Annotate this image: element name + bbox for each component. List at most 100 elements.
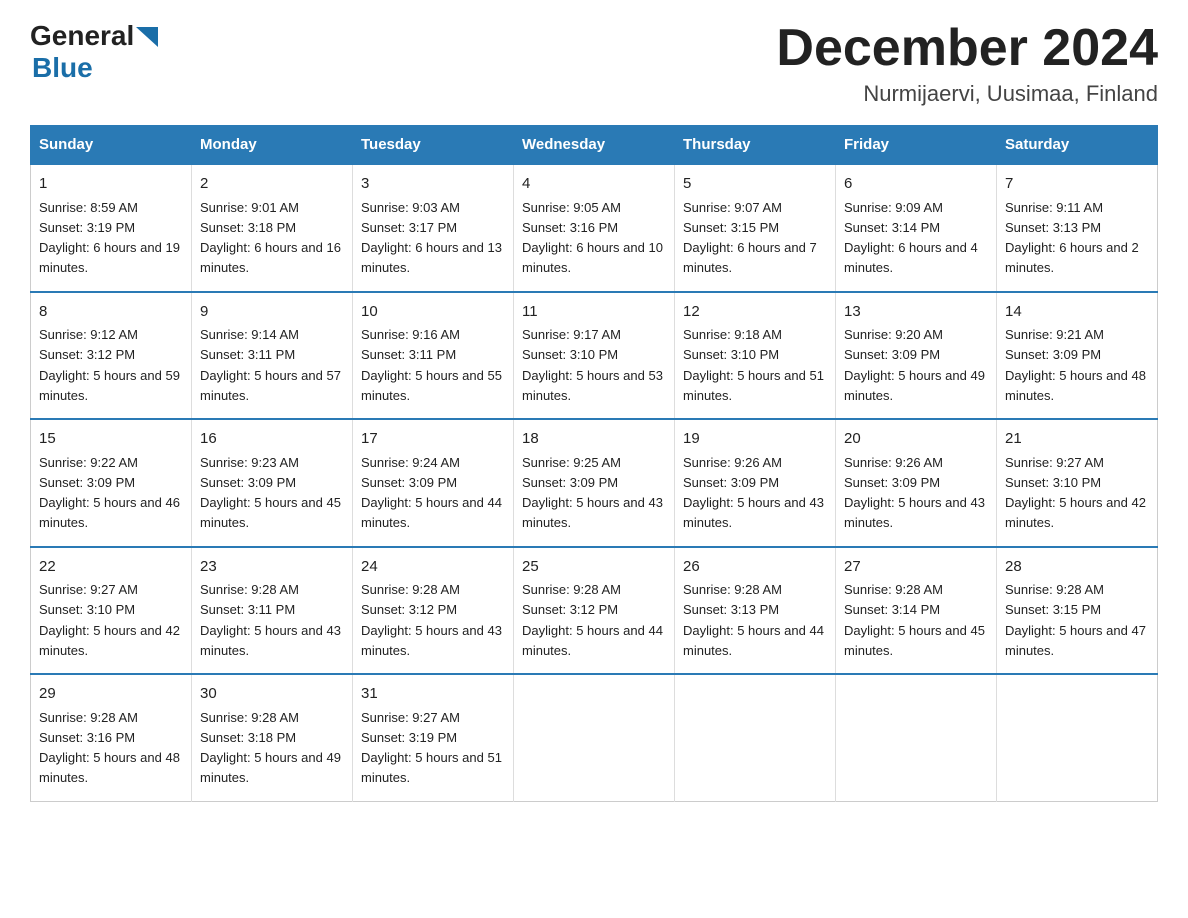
day-number: 14 [1005,301,1149,324]
calendar-cell [514,674,675,801]
day-info: Sunrise: 9:17 AMSunset: 3:10 PMDaylight:… [522,327,663,403]
day-info: Sunrise: 9:25 AMSunset: 3:09 PMDaylight:… [522,455,663,531]
calendar-cell: 5Sunrise: 9:07 AMSunset: 3:15 PMDaylight… [675,164,836,292]
day-info: Sunrise: 9:18 AMSunset: 3:10 PMDaylight:… [683,327,824,403]
day-number: 7 [1005,173,1149,196]
day-number: 17 [361,428,505,451]
logo: General Blue [30,20,158,84]
day-number: 29 [39,683,183,706]
day-number: 9 [200,301,344,324]
calendar-cell [836,674,997,801]
calendar-cell: 21Sunrise: 9:27 AMSunset: 3:10 PMDayligh… [997,419,1158,547]
day-info: Sunrise: 9:14 AMSunset: 3:11 PMDaylight:… [200,327,341,403]
col-header-thursday: Thursday [675,126,836,165]
day-info: Sunrise: 9:05 AMSunset: 3:16 PMDaylight:… [522,200,663,276]
col-header-wednesday: Wednesday [514,126,675,165]
day-info: Sunrise: 9:28 AMSunset: 3:12 PMDaylight:… [361,582,502,658]
day-info: Sunrise: 9:28 AMSunset: 3:12 PMDaylight:… [522,582,663,658]
day-number: 6 [844,173,988,196]
day-number: 13 [844,301,988,324]
day-info: Sunrise: 9:01 AMSunset: 3:18 PMDaylight:… [200,200,341,276]
col-header-sunday: Sunday [31,126,192,165]
day-info: Sunrise: 9:28 AMSunset: 3:14 PMDaylight:… [844,582,985,658]
col-header-tuesday: Tuesday [353,126,514,165]
week-row-5: 29 Sunrise: 9:28 AMSunset: 3:16 PMDayligh… [31,674,1158,801]
calendar-cell: 14 Sunrise: 9:21 AMSunset: 3:09 PMDayligh… [997,292,1158,420]
day-number: 24 [361,556,505,579]
calendar-cell: 6 Sunrise: 9:09 AMSunset: 3:14 PMDaylight… [836,164,997,292]
calendar-cell: 1Sunrise: 8:59 AMSunset: 3:19 PMDaylight… [31,164,192,292]
day-number: 16 [200,428,344,451]
day-info: Sunrise: 9:20 AMSunset: 3:09 PMDaylight:… [844,327,985,403]
subtitle: Nurmijaervi, Uusimaa, Finland [776,81,1158,107]
day-number: 4 [522,173,666,196]
calendar-header: SundayMondayTuesdayWednesdayThursdayFrid… [31,126,1158,165]
calendar-cell: 8Sunrise: 9:12 AMSunset: 3:12 PMDaylight… [31,292,192,420]
day-info: Sunrise: 9:26 AMSunset: 3:09 PMDaylight:… [683,455,824,531]
day-number: 22 [39,556,183,579]
day-info: Sunrise: 9:24 AMSunset: 3:09 PMDaylight:… [361,455,502,531]
col-header-saturday: Saturday [997,126,1158,165]
calendar-cell: 27 Sunrise: 9:28 AMSunset: 3:14 PMDayligh… [836,547,997,675]
logo-arrow-icon [136,27,158,47]
day-number: 2 [200,173,344,196]
calendar-cell: 29 Sunrise: 9:28 AMSunset: 3:16 PMDayligh… [31,674,192,801]
day-info: Sunrise: 9:28 AMSunset: 3:18 PMDaylight:… [200,710,341,786]
logo-icon: General Blue [30,20,158,84]
header-row: SundayMondayTuesdayWednesdayThursdayFrid… [31,126,1158,165]
calendar-cell: 16Sunrise: 9:23 AMSunset: 3:09 PMDayligh… [192,419,353,547]
calendar-cell: 17 Sunrise: 9:24 AMSunset: 3:09 PMDayligh… [353,419,514,547]
calendar-cell: 23 Sunrise: 9:28 AMSunset: 3:11 PMDayligh… [192,547,353,675]
day-info: Sunrise: 9:28 AMSunset: 3:11 PMDaylight:… [200,582,341,658]
calendar-cell: 20Sunrise: 9:26 AMSunset: 3:09 PMDayligh… [836,419,997,547]
page-header: General Blue December 2024 Nurmijaervi, … [30,20,1158,107]
calendar-cell: 22 Sunrise: 9:27 AMSunset: 3:10 PMDayligh… [31,547,192,675]
day-number: 27 [844,556,988,579]
calendar-cell: 15Sunrise: 9:22 AMSunset: 3:09 PMDayligh… [31,419,192,547]
day-number: 18 [522,428,666,451]
day-info: Sunrise: 8:59 AMSunset: 3:19 PMDaylight:… [39,200,180,276]
day-number: 26 [683,556,827,579]
day-number: 19 [683,428,827,451]
day-number: 25 [522,556,666,579]
day-info: Sunrise: 9:27 AMSunset: 3:19 PMDaylight:… [361,710,502,786]
day-info: Sunrise: 9:28 AMSunset: 3:16 PMDaylight:… [39,710,180,786]
day-number: 21 [1005,428,1149,451]
logo-general-text: General [30,20,134,52]
day-info: Sunrise: 9:11 AMSunset: 3:13 PMDaylight:… [1005,200,1139,276]
day-number: 20 [844,428,988,451]
day-info: Sunrise: 9:16 AMSunset: 3:11 PMDaylight:… [361,327,502,403]
day-number: 12 [683,301,827,324]
calendar-cell: 4 Sunrise: 9:05 AMSunset: 3:16 PMDaylight… [514,164,675,292]
day-number: 23 [200,556,344,579]
day-info: Sunrise: 9:07 AMSunset: 3:15 PMDaylight:… [683,200,817,276]
calendar-cell: 19 Sunrise: 9:26 AMSunset: 3:09 PMDayligh… [675,419,836,547]
day-info: Sunrise: 9:27 AMSunset: 3:10 PMDaylight:… [39,582,180,658]
col-header-monday: Monday [192,126,353,165]
calendar-cell: 10 Sunrise: 9:16 AMSunset: 3:11 PMDayligh… [353,292,514,420]
day-info: Sunrise: 9:03 AMSunset: 3:17 PMDaylight:… [361,200,502,276]
calendar-cell: 25 Sunrise: 9:28 AMSunset: 3:12 PMDayligh… [514,547,675,675]
calendar-cell: 7 Sunrise: 9:11 AMSunset: 3:13 PMDaylight… [997,164,1158,292]
calendar-cell: 11Sunrise: 9:17 AMSunset: 3:10 PMDayligh… [514,292,675,420]
day-info: Sunrise: 9:22 AMSunset: 3:09 PMDaylight:… [39,455,180,531]
week-row-1: 1Sunrise: 8:59 AMSunset: 3:19 PMDaylight… [31,164,1158,292]
calendar-cell [675,674,836,801]
page-title: December 2024 [776,20,1158,77]
day-info: Sunrise: 9:09 AMSunset: 3:14 PMDaylight:… [844,200,978,276]
week-row-4: 22 Sunrise: 9:27 AMSunset: 3:10 PMDayligh… [31,547,1158,675]
calendar-cell: 24 Sunrise: 9:28 AMSunset: 3:12 PMDayligh… [353,547,514,675]
day-number: 3 [361,173,505,196]
day-info: Sunrise: 9:28 AMSunset: 3:13 PMDaylight:… [683,582,824,658]
logo-blue-text: Blue [32,52,93,83]
title-area: December 2024 Nurmijaervi, Uusimaa, Finl… [776,20,1158,107]
day-number: 10 [361,301,505,324]
calendar-cell: 18 Sunrise: 9:25 AMSunset: 3:09 PMDayligh… [514,419,675,547]
calendar-cell: 30Sunrise: 9:28 AMSunset: 3:18 PMDayligh… [192,674,353,801]
week-row-3: 15Sunrise: 9:22 AMSunset: 3:09 PMDayligh… [31,419,1158,547]
calendar-cell: 2 Sunrise: 9:01 AMSunset: 3:18 PMDaylight… [192,164,353,292]
calendar-cell: 28Sunrise: 9:28 AMSunset: 3:15 PMDayligh… [997,547,1158,675]
calendar-cell: 12 Sunrise: 9:18 AMSunset: 3:10 PMDayligh… [675,292,836,420]
day-info: Sunrise: 9:21 AMSunset: 3:09 PMDaylight:… [1005,327,1146,403]
calendar-cell: 3 Sunrise: 9:03 AMSunset: 3:17 PMDaylight… [353,164,514,292]
